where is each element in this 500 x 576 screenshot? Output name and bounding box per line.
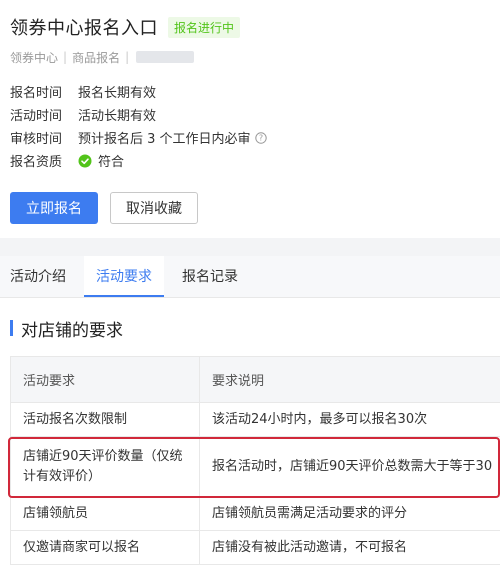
question-circle-icon[interactable]: ? [254, 131, 267, 144]
requirement-cell: 仅邀请商家可以报名 [10, 530, 200, 565]
info-label: 活动时间 [10, 109, 63, 124]
tab-activity-intro[interactable]: 活动介绍 [0, 256, 76, 297]
breadcrumb-item-product-signup[interactable]: 商品报名 [72, 49, 120, 66]
column-header-description: 要求说明 [199, 356, 500, 403]
tab-activity-requirements[interactable]: 活动要求 [84, 256, 164, 297]
requirement-cell: 店铺近90天评价数量（仅统计有效评价） [10, 436, 200, 497]
tab-bar: 活动介绍 活动要求 报名记录 [0, 256, 500, 298]
tab-signup-records[interactable]: 报名记录 [172, 256, 248, 297]
info-label: 报名时间 [10, 86, 63, 101]
table-header-row: 活动要求 要求说明 [10, 356, 500, 403]
description-cell: 报名活动时，店铺近90天评价总数需大于等于30 [199, 436, 500, 497]
info-value-wrap: 预计报名后 3 个工作日内必审 ? [78, 128, 267, 147]
action-buttons: 立即报名 取消收藏 [10, 192, 490, 224]
page-title: 领券中心报名入口 [10, 18, 158, 39]
info-row-qualification: 报名资质 符合 [10, 149, 490, 172]
breadcrumb-item-redacted [136, 51, 195, 63]
description-cell: 店铺领航员需满足活动要求的评分 [199, 496, 500, 531]
requirement-cell: 店铺领航员 [10, 496, 200, 531]
status-badge: 报名进行中 [168, 16, 241, 38]
description-cell: 该活动24小时内，最多可以报名30次 [199, 402, 500, 437]
info-row-activity-time: 活动时间 活动长期有效 [10, 103, 490, 126]
description-cell: 店铺没有被此活动邀请，不可报名 [199, 530, 500, 565]
apply-now-button[interactable]: 立即报名 [10, 192, 98, 224]
info-value: 报名长期有效 [78, 86, 157, 101]
title-row: 领券中心报名入口 报名进行中 [10, 12, 490, 42]
info-value: 活动长期有效 [78, 109, 157, 124]
table-row: 活动报名次数限制 该活动24小时内，最多可以报名30次 [10, 402, 500, 437]
unfavorite-button[interactable]: 取消收藏 [110, 192, 198, 224]
table-row: 店铺领航员 店铺领航员需满足活动要求的评分 [10, 496, 500, 531]
breadcrumb-item-coupon-center[interactable]: 领券中心 [10, 49, 58, 66]
requirements-table: 活动要求 要求说明 活动报名次数限制 该活动24小时内，最多可以报名30次 店铺… [10, 356, 500, 565]
table-row: 仅邀请商家可以报名 店铺没有被此活动邀请，不可报名 [10, 530, 500, 565]
info-label: 报名资质 [10, 155, 63, 170]
column-header-requirement: 活动要求 [10, 356, 200, 403]
info-label: 审核时间 [10, 132, 63, 147]
info-value: 符合 [98, 155, 125, 170]
info-value-wrap: 符合 [78, 151, 124, 170]
section-title-bar [10, 320, 13, 336]
activity-header: 领券中心报名入口 报名进行中 领券中心 | 商品报名 | 报名时间 报名长期有效… [0, 0, 500, 238]
info-value: 预计报名后 3 个工作日内必审 [78, 132, 251, 147]
section-title: 对店铺的要求 [10, 300, 490, 356]
breadcrumb-separator: | [125, 50, 130, 64]
breadcrumb: 领券中心 | 商品报名 | [10, 48, 490, 66]
requirements-table-wrap: 活动要求 要求说明 活动报名次数限制 该活动24小时内，最多可以报名30次 店铺… [0, 356, 500, 565]
check-circle-icon [78, 154, 92, 168]
section-divider [0, 238, 500, 256]
svg-text:?: ? [258, 133, 262, 142]
info-row-signup-time: 报名时间 报名长期有效 [10, 80, 490, 103]
info-list: 报名时间 报名长期有效 活动时间 活动长期有效 审核时间 预计报名后 3 个工作… [10, 80, 490, 172]
table-row: 店铺近90天评价数量（仅统计有效评价） 报名活动时，店铺近90天评价总数需大于等… [10, 436, 500, 497]
store-requirements-section: 对店铺的要求 [0, 300, 500, 356]
breadcrumb-separator: | [63, 50, 68, 64]
section-title-text: 对店铺的要求 [21, 320, 123, 341]
requirement-cell: 活动报名次数限制 [10, 402, 200, 437]
info-row-review-time: 审核时间 预计报名后 3 个工作日内必审 ? [10, 126, 490, 149]
